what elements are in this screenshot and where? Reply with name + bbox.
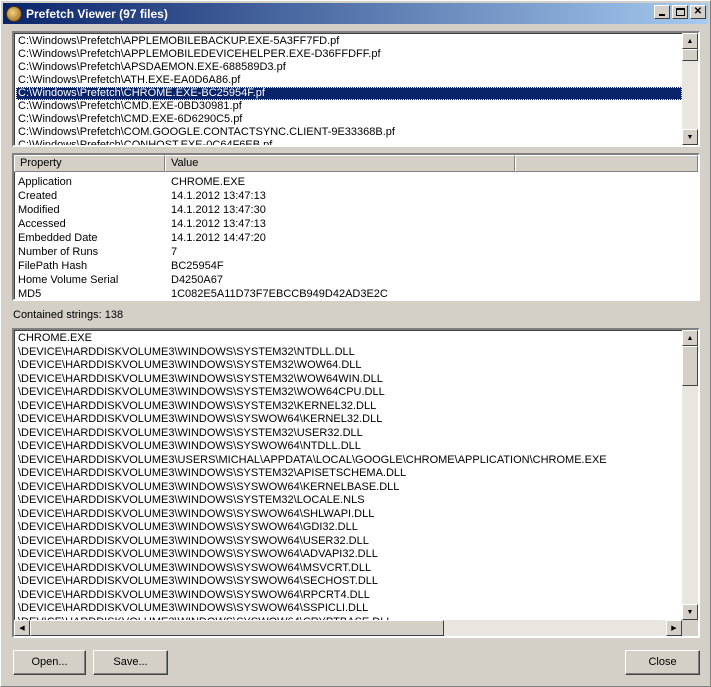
property-value: 1C082E5A11D73F7EBCCB949D42AD3E2C [171,288,388,300]
strings-count-label: Contained strings: 138 [13,309,124,321]
file-list-vertical-scrollbar[interactable]: ▲ ▼ [682,33,698,145]
file-list-item[interactable]: C:\Windows\Prefetch\ATH.EXE-EA0D6A86.pf [16,74,682,87]
property-row[interactable]: Modified 14.1.2012 13:47:30 [14,203,266,217]
column-header-empty[interactable] [515,155,698,172]
property-name: Created [18,190,58,202]
strings-list[interactable]: CHROME.EXE \DEVICE\HARDDISKVOLUME3\WINDOW… [12,328,700,638]
arrow-left-icon: ◀ [19,625,25,632]
strings-vertical-scrollbar[interactable]: ▲ ▼ [682,330,698,620]
string-list-item[interactable]: \DEVICE\HARDDISKVOLUME3\WINDOWS\SYSWOW64… [16,562,682,576]
property-value: 14.1.2012 13:47:13 [171,190,266,202]
string-list-item[interactable]: \DEVICE\HARDDISKVOLUME3\WINDOWS\SYSWOW64… [16,440,682,454]
string-list-item[interactable]: \DEVICE\HARDDISKVOLUME3\USERS\MICHAL\APP… [16,454,682,468]
strings-horizontal-scrollbar[interactable]: ◀ ▶ [14,620,682,636]
strings-horizontal-thumb[interactable] [30,620,444,636]
strings-scroll-left-button[interactable]: ◀ [14,620,30,636]
string-list-item[interactable]: \DEVICE\HARDDISKVOLUME3\WINDOWS\SYSTEM32… [16,494,682,508]
save-button[interactable]: Save... [93,650,168,675]
property-row[interactable]: Number of Runs 7 [14,245,177,259]
file-list-item[interactable]: C:\Windows\Prefetch\CONHOST.EXE-0C64F6EB… [16,139,682,145]
string-list-item[interactable]: \DEVICE\HARDDISKVOLUME3\WINDOWS\SYSTEM32… [16,427,682,441]
string-list-item[interactable]: \DEVICE\HARDDISKVOLUME3\WINDOWS\SYSWOW64… [16,602,682,616]
file-list-item[interactable]: C:\Windows\Prefetch\COM.GOOGLE.CONTACTSY… [16,126,682,139]
string-list-item[interactable]: \DEVICE\HARDDISKVOLUME3\WINDOWS\SYSWOW64… [16,413,682,427]
maximize-icon [675,8,685,16]
property-value: 14.1.2012 14:47:20 [171,232,266,244]
column-header-value[interactable]: Value [165,155,515,172]
string-list-item[interactable]: \DEVICE\HARDDISKVOLUME3\WINDOWS\SYSTEM32… [16,467,682,481]
scroll-down-button[interactable]: ▼ [682,129,698,145]
strings-scroll-right-button[interactable]: ▶ [666,620,682,636]
string-list-item[interactable]: \DEVICE\HARDDISKVOLUME3\WINDOWS\SYSTEM32… [16,400,682,414]
property-value: BC25954F [171,260,224,272]
arrow-down-icon: ▼ [686,133,694,141]
property-list[interactable]: Property Value Application CHROME.EXE Crea… [12,153,700,301]
property-name: Modified [18,204,60,216]
string-list-item[interactable]: \DEVICE\HARDDISKVOLUME3\WINDOWS\SYSTEM32… [16,346,682,360]
property-value: 7 [171,246,178,258]
strings-scroll-thumb[interactable] [682,346,698,386]
property-value: CHROME.EXE [171,176,245,188]
window-title: Prefetch Viewer (97 files) [26,6,168,21]
open-button[interactable]: Open... [13,650,86,675]
string-list-item[interactable]: \DEVICE\HARDDISKVOLUME3\WINDOWS\SYSWOW64… [16,521,682,535]
file-list-item[interactable]: C:\Windows\Prefetch\CHROME.EXE-BC25954F.… [16,87,682,100]
property-name: Home Volume Serial [18,274,119,286]
arrow-right-icon: ▶ [671,625,677,632]
minimize-button[interactable] [654,5,670,19]
property-row[interactable]: Home Volume Serial D4250A67 [14,273,223,287]
minimize-icon [659,14,665,16]
property-row[interactable]: Application CHROME.EXE [14,175,245,189]
prefetch-viewer-window: Prefetch Viewer (97 files) ✕ C:\Windows\… [0,0,711,687]
file-list-item[interactable]: C:\Windows\Prefetch\CMD.EXE-0BD30981.pf [16,100,682,113]
strings-scroll-up-button[interactable]: ▲ [682,330,698,346]
property-row[interactable]: FilePath Hash BC25954F [14,259,224,273]
property-value: 14.1.2012 13:47:30 [171,204,266,216]
property-name: Embedded Date [18,232,98,244]
maximize-button[interactable] [672,5,688,19]
file-list-rows: C:\Windows\Prefetch\APPLEMOBILEBACKUP.EX… [16,35,682,145]
property-row[interactable]: Embedded Date 14.1.2012 14:47:20 [14,231,266,245]
string-list-item[interactable]: \DEVICE\HARDDISKVOLUME3\WINDOWS\SYSWOW64… [16,575,682,589]
close-window-button[interactable]: ✕ [690,5,706,19]
property-value: D4250A67 [171,274,223,286]
property-row[interactable]: Accessed 14.1.2012 13:47:13 [14,217,266,231]
strings-rows: CHROME.EXE \DEVICE\HARDDISKVOLUME3\WINDOW… [16,332,682,636]
string-list-item[interactable]: \DEVICE\HARDDISKVOLUME3\WINDOWS\SYSWOW64… [16,481,682,495]
string-list-item[interactable]: \DEVICE\HARDDISKVOLUME3\WINDOWS\SYSWOW64… [16,589,682,603]
property-value: 14.1.2012 13:47:13 [171,218,266,230]
title-bar[interactable]: Prefetch Viewer (97 files) ✕ [3,3,708,24]
string-list-item[interactable]: \DEVICE\HARDDISKVOLUME3\WINDOWS\SYSWOW64… [16,535,682,549]
app-icon [6,5,22,22]
arrow-down-icon: ▼ [686,608,694,616]
prefetch-file-list[interactable]: C:\Windows\Prefetch\APPLEMOBILEBACKUP.EX… [12,31,700,147]
property-list-header: Property Value [14,155,698,172]
property-name: FilePath Hash [18,260,88,272]
string-list-item[interactable]: \DEVICE\HARDDISKVOLUME3\WINDOWS\SYSTEM32… [16,373,682,387]
string-list-item[interactable]: \DEVICE\HARDDISKVOLUME3\WINDOWS\SYSTEM32… [16,386,682,400]
close-button[interactable]: Close [625,650,700,675]
file-list-item[interactable]: C:\Windows\Prefetch\APPLEMOBILEDEVICEHEL… [16,48,682,61]
property-name: Accessed [18,218,66,230]
arrow-up-icon: ▲ [686,37,694,45]
file-list-item[interactable]: C:\Windows\Prefetch\APSDAEMON.EXE-688589… [16,61,682,74]
string-list-item[interactable]: \DEVICE\HARDDISKVOLUME3\WINDOWS\SYSWOW64… [16,508,682,522]
close-icon: ✕ [693,6,703,17]
property-name: Number of Runs [18,246,99,258]
strings-scroll-down-button[interactable]: ▼ [682,604,698,620]
arrow-up-icon: ▲ [686,334,694,342]
string-list-item[interactable]: \DEVICE\HARDDISKVOLUME3\WINDOWS\SYSTEM32… [16,359,682,373]
scroll-up-button[interactable]: ▲ [682,33,698,49]
string-list-item[interactable]: \DEVICE\HARDDISKVOLUME3\WINDOWS\SYSWOW64… [16,548,682,562]
property-name: Application [18,176,72,188]
file-list-item[interactable]: C:\Windows\Prefetch\CMD.EXE-6D6290C5.pf [16,113,682,126]
property-row[interactable]: MD5 1C082E5A11D73F7EBCCB949D42AD3E2C [14,287,388,300]
column-header-property[interactable]: Property [14,155,165,172]
string-list-item[interactable]: CHROME.EXE [16,332,682,346]
property-name: MD5 [18,288,42,300]
scrollbar-corner [682,620,698,636]
file-list-item[interactable]: C:\Windows\Prefetch\APPLEMOBILEBACKUP.EX… [16,35,682,48]
scroll-thumb[interactable] [682,49,698,61]
property-row[interactable]: Created 14.1.2012 13:47:13 [14,189,266,203]
